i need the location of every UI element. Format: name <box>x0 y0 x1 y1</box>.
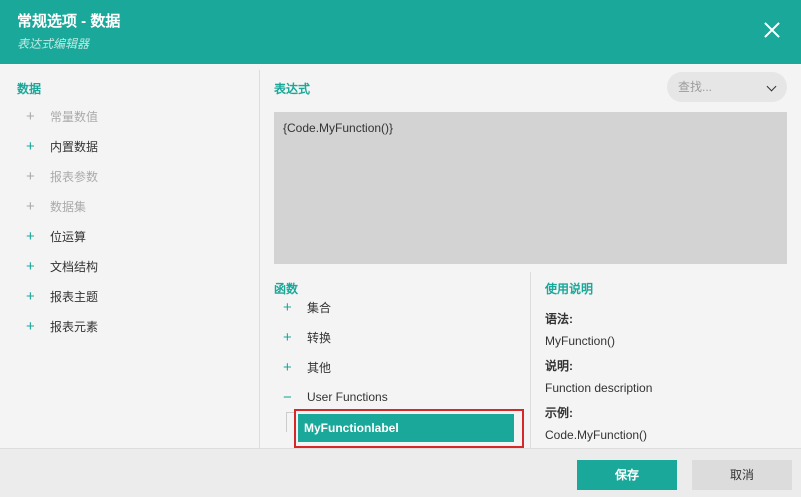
data-item-label: 报表主题 <box>50 289 99 304</box>
function-category-conversion[interactable]: + 转换 <box>283 327 331 347</box>
description-value: Function description <box>545 381 653 395</box>
data-item-label: 文档结构 <box>50 259 99 274</box>
data-item-label: 报表参数 <box>50 169 99 184</box>
dialog-title: 常规选项 - 数据 <box>17 13 121 30</box>
plus-icon: + <box>26 137 35 155</box>
dialog-footer <box>0 448 801 497</box>
usage-title: 使用说明 <box>545 282 594 296</box>
tree-connector <box>286 412 294 432</box>
save-button[interactable]: 保存 <box>577 460 677 490</box>
data-item-constants[interactable]: + 常量数值 <box>26 106 98 126</box>
data-item-builtin[interactable]: + 内置数据 <box>26 136 98 156</box>
plus-icon: + <box>26 287 35 305</box>
function-category-collection[interactable]: + 集合 <box>283 297 331 317</box>
dialog-subtitle: 表达式编辑器 <box>17 37 90 51</box>
cancel-button[interactable]: 取消 <box>692 460 792 490</box>
plus-icon: + <box>26 167 35 185</box>
plus-icon: + <box>283 328 292 346</box>
plus-icon: + <box>26 107 35 125</box>
panel-divider <box>259 70 260 448</box>
highlight-outline <box>294 409 524 448</box>
plus-icon: + <box>26 317 35 335</box>
close-icon[interactable] <box>758 16 786 44</box>
expression-editor[interactable]: {Code.MyFunction()} <box>274 112 787 264</box>
expression-editor-dialog: 常规选项 - 数据 表达式编辑器 数据 + 常量数值 + 内置数据 + 报表参数… <box>0 0 801 497</box>
syntax-value: MyFunction() <box>545 334 616 348</box>
dialog-header: 常规选项 - 数据 表达式编辑器 <box>0 0 801 64</box>
data-item-label: 常量数值 <box>50 109 99 124</box>
function-category-label: 集合 <box>307 300 332 315</box>
function-category-other[interactable]: + 其他 <box>283 357 331 377</box>
expression-text: {Code.MyFunction()} <box>283 121 394 135</box>
plus-icon: + <box>26 257 35 275</box>
description-label: 说明: <box>545 359 573 373</box>
data-item-report-theme[interactable]: + 报表主题 <box>26 286 98 306</box>
data-item-doc-structure[interactable]: + 文档结构 <box>26 256 98 276</box>
minus-icon: − <box>283 388 292 406</box>
plus-icon: + <box>26 227 35 245</box>
function-category-label: User Functions <box>307 390 388 404</box>
data-item-label: 报表元素 <box>50 319 99 334</box>
usage-divider <box>530 272 531 448</box>
plus-icon: + <box>283 358 292 376</box>
search-input[interactable]: 查找... <box>667 72 787 102</box>
data-item-datasets[interactable]: + 数据集 <box>26 196 86 216</box>
chevron-down-icon[interactable] <box>766 81 777 92</box>
function-category-user[interactable]: − User Functions <box>283 387 388 407</box>
data-item-report-elements[interactable]: + 报表元素 <box>26 316 98 336</box>
plus-icon: + <box>26 197 35 215</box>
data-item-report-params[interactable]: + 报表参数 <box>26 166 98 186</box>
syntax-label: 语法: <box>545 312 573 326</box>
functions-title: 函数 <box>274 282 299 296</box>
example-label: 示例: <box>545 406 573 420</box>
plus-icon: + <box>283 298 292 316</box>
example-value: Code.MyFunction() <box>545 428 648 442</box>
data-item-label: 内置数据 <box>50 139 99 154</box>
data-item-label: 位运算 <box>50 229 87 244</box>
expression-title: 表达式 <box>274 82 311 96</box>
data-item-label: 数据集 <box>50 199 87 214</box>
search-placeholder: 查找... <box>678 80 713 94</box>
function-category-label: 转换 <box>307 330 332 345</box>
data-panel-title: 数据 <box>17 82 42 96</box>
data-item-bitwise[interactable]: + 位运算 <box>26 226 86 246</box>
function-category-label: 其他 <box>307 360 332 375</box>
